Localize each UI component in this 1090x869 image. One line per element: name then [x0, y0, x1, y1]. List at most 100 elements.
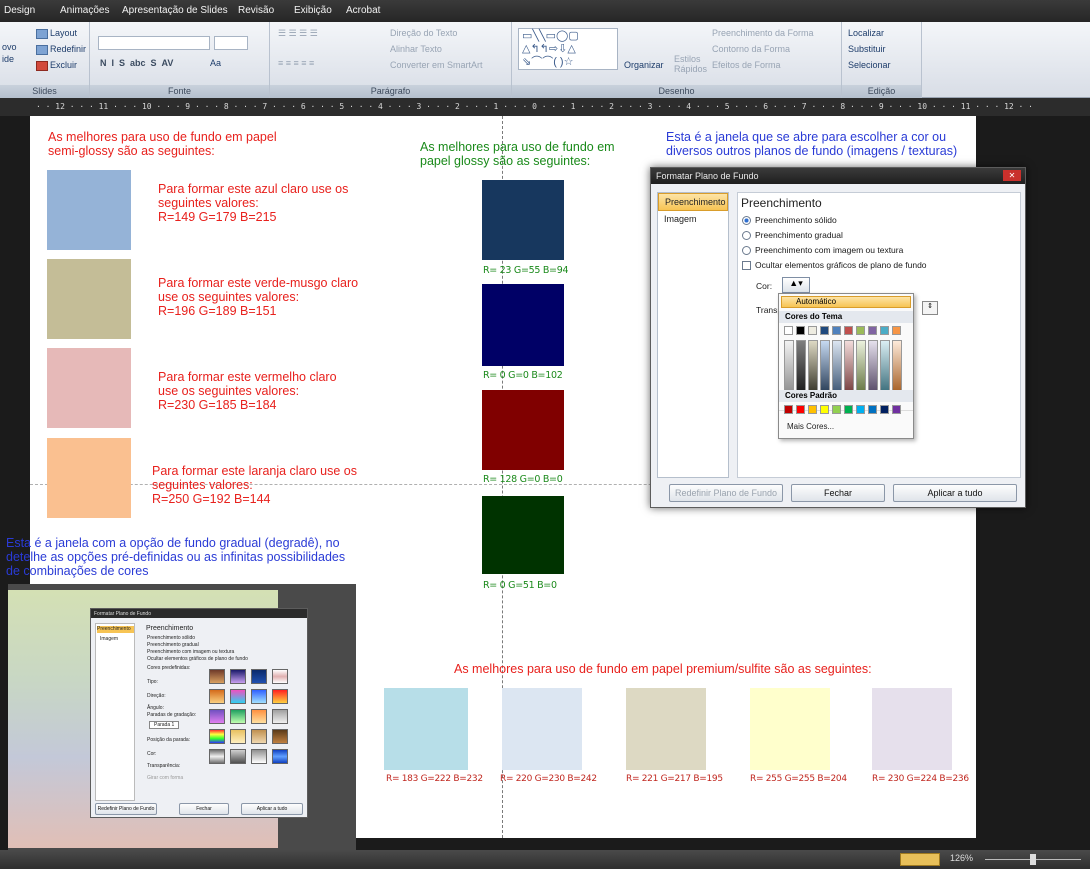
automatico-option[interactable]: Automático	[781, 296, 911, 308]
std-color-4[interactable]	[820, 405, 829, 414]
paint-bucket-icon: ▲▾	[789, 278, 803, 288]
align-buttons[interactable]: ≡ ≡ ≡ ≡ ≡	[278, 58, 314, 68]
std-color-10[interactable]	[892, 405, 901, 414]
theme-color-1[interactable]	[784, 326, 793, 335]
small-tab-preenchimento[interactable]: Preenchimento	[97, 626, 134, 633]
preset-11[interactable]	[251, 709, 267, 724]
checkbox-ocultar[interactable]: Ocultar elementos gráficos de plano de f…	[742, 260, 927, 271]
preset-19[interactable]	[251, 749, 267, 764]
preenchimento-forma-button[interactable]: Preenchimento da Forma	[712, 28, 814, 38]
novo-label[interactable]: ovo	[2, 42, 17, 52]
menu-acrobat[interactable]: Acrobat	[346, 5, 380, 16]
theme-color-4[interactable]	[820, 326, 829, 335]
std-color-9[interactable]	[880, 405, 889, 414]
direcao-texto-button[interactable]: Direção do Texto	[390, 28, 457, 38]
menu-revisao[interactable]: Revisão	[238, 5, 274, 16]
mais-cores-option[interactable]: Mais Cores...	[787, 422, 834, 431]
view-buttons[interactable]	[900, 853, 940, 866]
preset-14[interactable]	[230, 729, 246, 744]
tab-preenchimento[interactable]: Preenchimento	[658, 193, 728, 211]
font-name-combo[interactable]	[98, 36, 210, 50]
radio-gradual[interactable]: Preenchimento gradual	[742, 230, 843, 241]
substituir-button[interactable]: Substituir	[848, 44, 886, 54]
fechar-button[interactable]: Fechar	[791, 484, 885, 502]
redefinir-plano-button[interactable]: Redefinir Plano de Fundo	[669, 484, 783, 502]
redefinir-button[interactable]: Redefinir	[36, 44, 86, 55]
radio-solido[interactable]: Preenchimento sólido	[742, 215, 837, 226]
list-buttons[interactable]: ☰ ☰ ☰ ☰	[278, 28, 318, 39]
preset-3[interactable]	[251, 669, 267, 684]
preset-16[interactable]	[272, 729, 288, 744]
estilos-rapidos-button[interactable]: Estilos Rápidos	[674, 54, 707, 74]
zoom-level[interactable]: 126%	[950, 853, 973, 863]
preset-7[interactable]	[251, 689, 267, 704]
zoom-slider-thumb[interactable]	[1030, 854, 1036, 865]
std-color-6[interactable]	[844, 405, 853, 414]
preset-18[interactable]	[230, 749, 246, 764]
standard-color-row[interactable]	[784, 405, 910, 416]
std-color-1[interactable]	[784, 405, 793, 414]
small-btn-aplicar[interactable]: Aplicar a tudo	[241, 803, 303, 815]
layout-button[interactable]: Layout	[36, 28, 77, 39]
preset-13[interactable]	[209, 729, 225, 744]
transparencia-spinner[interactable]: ⇕	[922, 301, 938, 315]
std-color-2[interactable]	[796, 405, 805, 414]
preset-12[interactable]	[272, 709, 288, 724]
shapes-gallery[interactable]: ▭╲╲▭◯▢ △↰↰⇨⇩△ ⇘⌒⌒( )☆	[518, 28, 618, 70]
preset-20[interactable]	[272, 749, 288, 764]
std-color-3[interactable]	[808, 405, 817, 414]
small-tab-imagem[interactable]: Imagem	[100, 636, 118, 642]
dialog-close-button[interactable]: ✕	[1003, 170, 1021, 181]
small-parada-select[interactable]: Parada 1	[149, 721, 180, 729]
organizar-button[interactable]: Organizar	[624, 60, 664, 70]
gradient-presets-grid[interactable]	[209, 669, 295, 789]
alinhar-texto-button[interactable]: Alinhar Texto	[390, 44, 442, 54]
theme-color-3[interactable]	[808, 326, 817, 335]
preset-9[interactable]	[209, 709, 225, 724]
tab-imagem[interactable]: Imagem	[658, 211, 728, 227]
std-color-5[interactable]	[832, 405, 841, 414]
radio-imagem[interactable]: Preenchimento com imagem ou textura	[742, 245, 903, 256]
contorno-forma-button[interactable]: Contorno da Forma	[712, 44, 790, 54]
std-color-7[interactable]	[856, 405, 865, 414]
theme-color-5[interactable]	[832, 326, 841, 335]
small-girar[interactable]: Girar com forma	[147, 775, 183, 781]
preset-8[interactable]	[272, 689, 288, 704]
preset-5[interactable]	[209, 689, 225, 704]
change-case-button[interactable]: Aa	[210, 58, 221, 68]
menu-exibicao[interactable]: Exibição	[294, 5, 332, 16]
theme-color-9[interactable]	[880, 326, 889, 335]
font-format-buttons[interactable]: N I S abc S AV	[100, 58, 173, 68]
theme-color-6[interactable]	[844, 326, 853, 335]
aplicar-a-tudo-button[interactable]: Aplicar a tudo	[893, 484, 1017, 502]
localizar-button[interactable]: Localizar	[848, 28, 884, 38]
preset-1[interactable]	[209, 669, 225, 684]
preset-17[interactable]	[209, 749, 225, 764]
menu-animacoes[interactable]: Animações	[60, 5, 109, 16]
theme-color-8[interactable]	[868, 326, 877, 335]
preset-2[interactable]	[230, 669, 246, 684]
small-btn-fechar[interactable]: Fechar	[179, 803, 229, 815]
theme-color-7[interactable]	[856, 326, 865, 335]
small-opt3[interactable]: Preenchimento com imagem ou textura	[147, 649, 234, 655]
theme-color-10[interactable]	[892, 326, 901, 335]
std-color-8[interactable]	[868, 405, 877, 414]
converter-smartart-button[interactable]: Converter em SmartArt	[390, 60, 483, 70]
small-btn-redefinir[interactable]: Redefinir Plano de Fundo	[95, 803, 157, 815]
font-size-combo[interactable]	[214, 36, 248, 50]
selecionar-button[interactable]: Selecionar	[848, 60, 891, 70]
theme-color-2[interactable]	[796, 326, 805, 335]
novo-label-2[interactable]: ide	[2, 54, 14, 64]
preset-6[interactable]	[230, 689, 246, 704]
small-opt4[interactable]: Ocultar elementos gráficos de plano de f…	[147, 656, 248, 662]
small-opt1[interactable]: Preenchimento sólido	[147, 635, 195, 641]
preset-4[interactable]	[272, 669, 288, 684]
small-opt2[interactable]: Preenchimento gradual	[147, 642, 199, 648]
menu-design[interactable]: Design	[4, 5, 35, 16]
cor-dropdown-button[interactable]: ▲▾	[782, 277, 810, 293]
excluir-button[interactable]: Excluir	[36, 60, 77, 71]
preset-15[interactable]	[251, 729, 267, 744]
efeitos-forma-button[interactable]: Efeitos de Forma	[712, 60, 781, 70]
preset-10[interactable]	[230, 709, 246, 724]
menu-apresentacao[interactable]: Apresentação de Slides	[122, 5, 228, 16]
